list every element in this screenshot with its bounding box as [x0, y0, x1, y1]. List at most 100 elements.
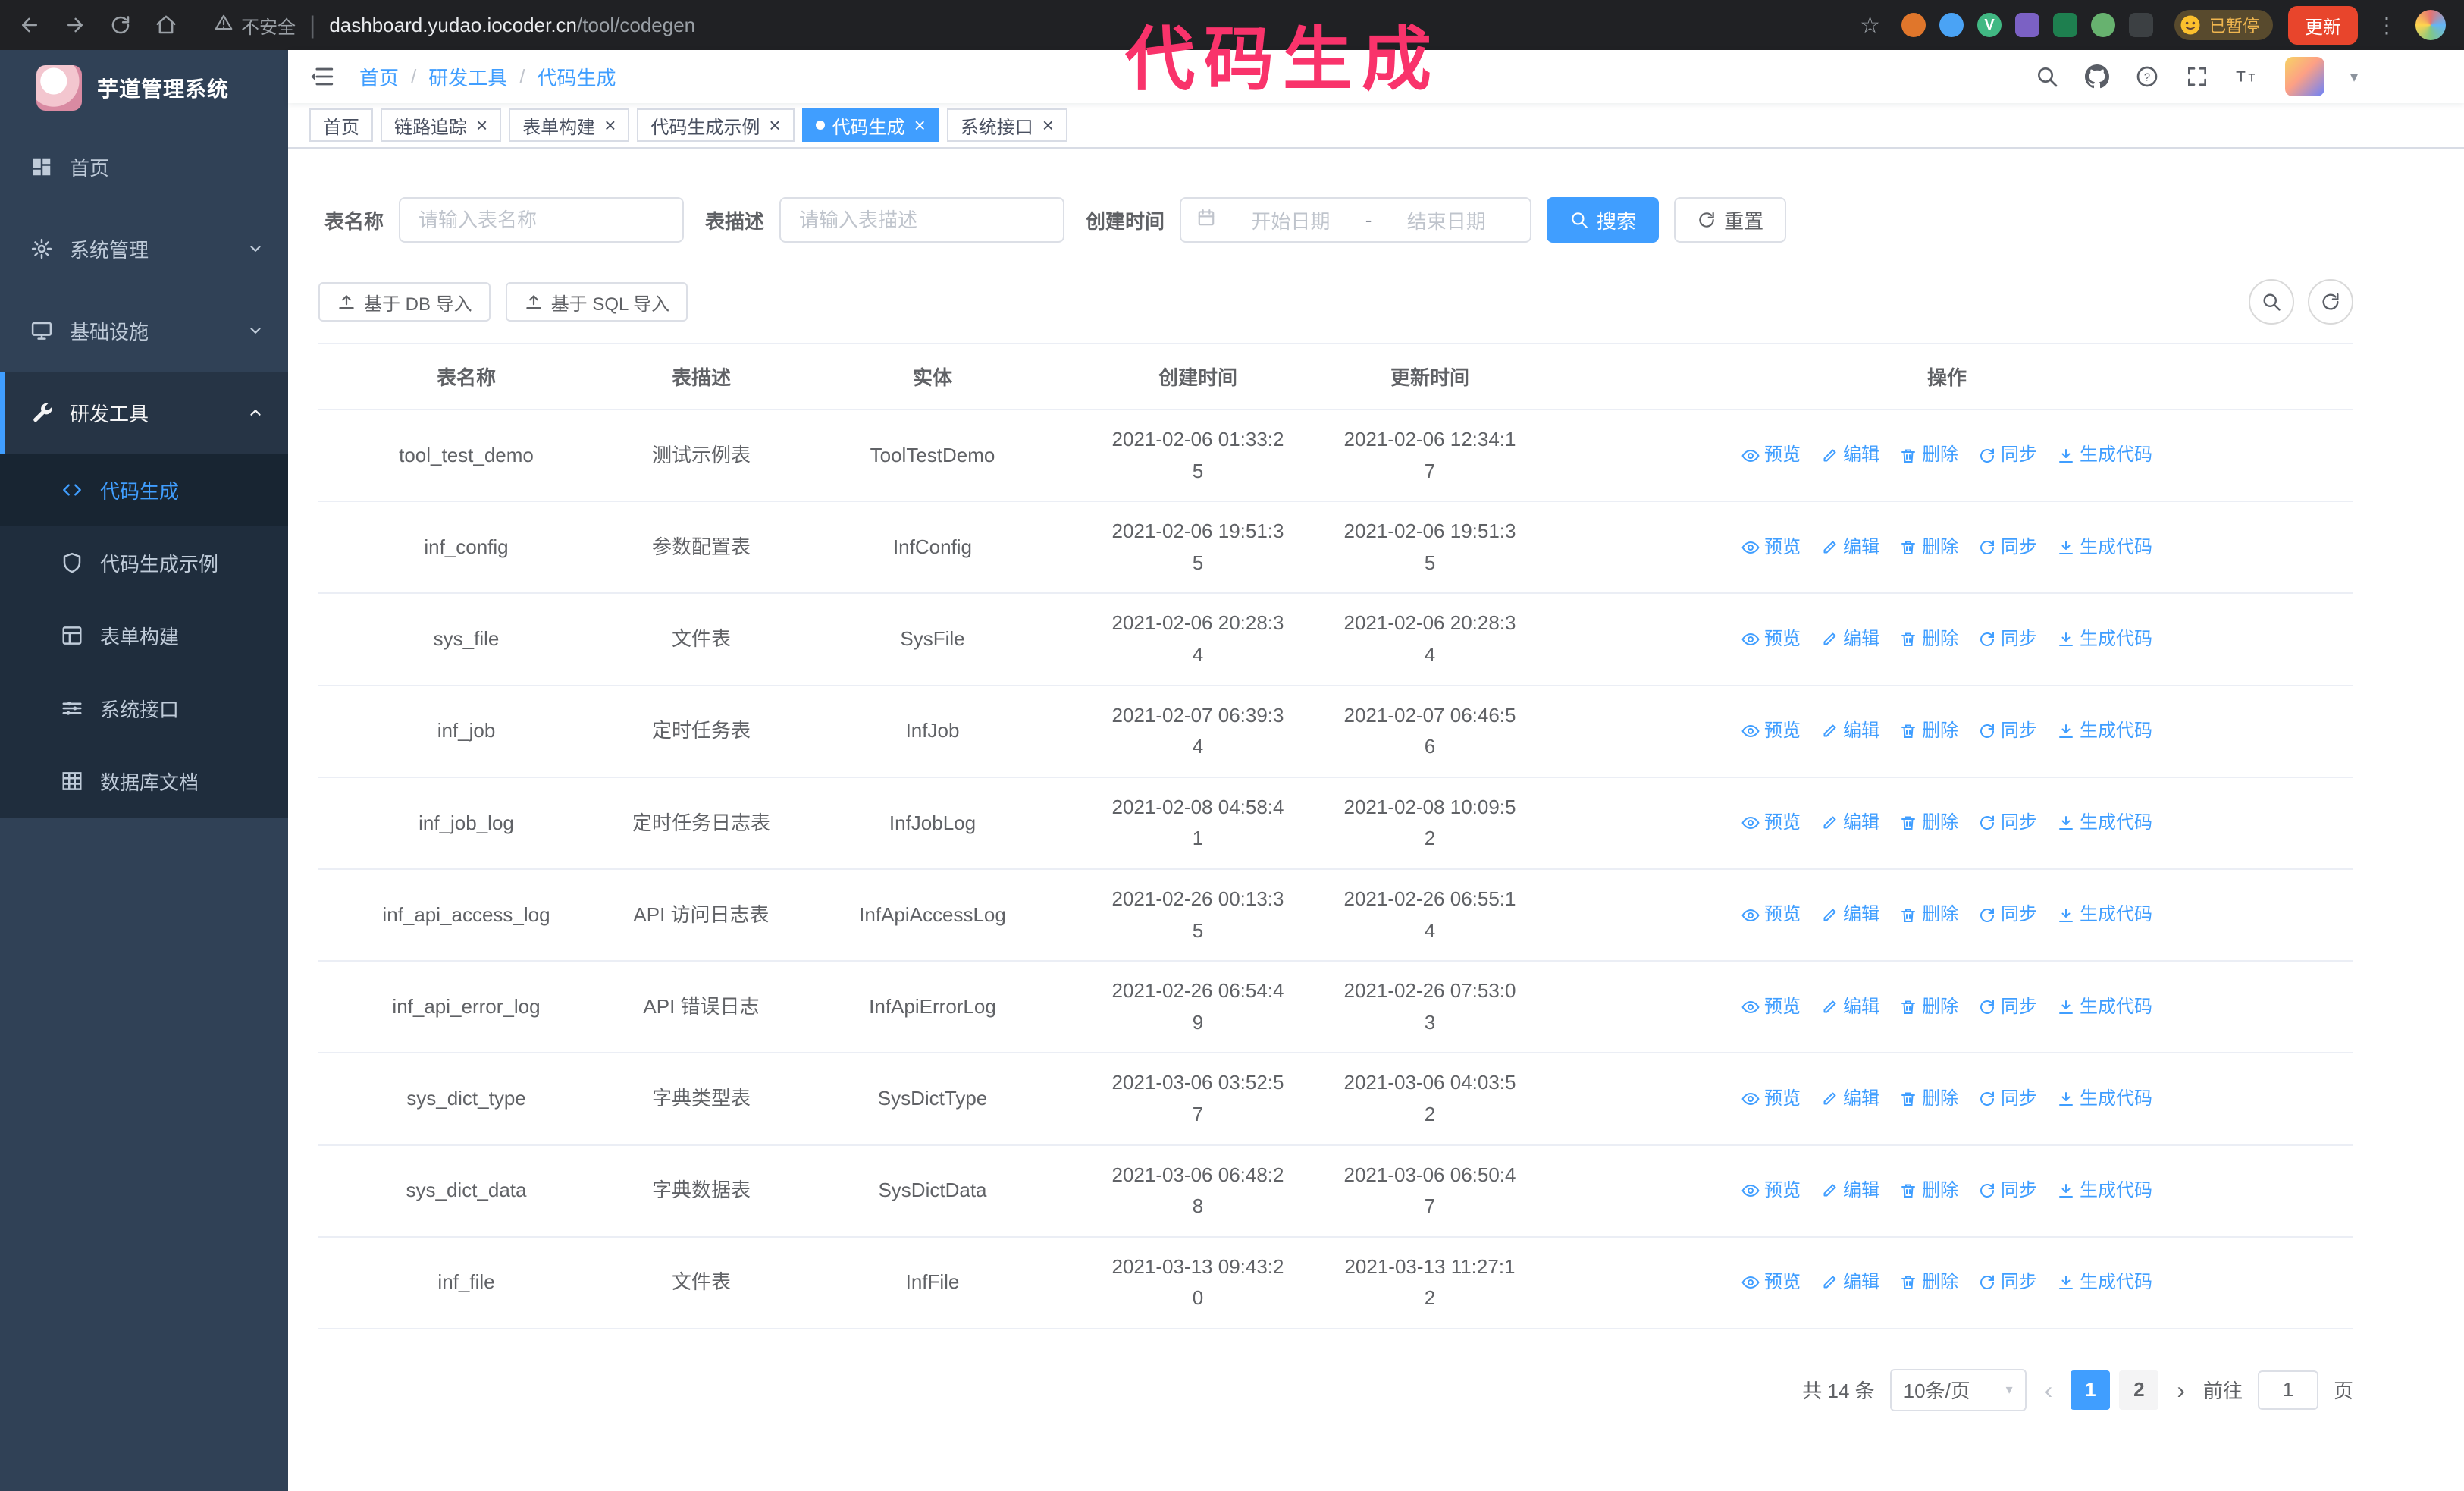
- next-page-icon[interactable]: ›: [2174, 1378, 2188, 1402]
- page-1-button[interactable]: 1: [2071, 1370, 2111, 1410]
- preview-link[interactable]: 预览: [1741, 993, 1801, 1022]
- paused-badge[interactable]: 已暂停: [2174, 10, 2273, 40]
- generate-code-link[interactable]: 生成代码: [2057, 1176, 2152, 1205]
- sidebar-subitem-codegen-demo[interactable]: 代码生成示例: [0, 526, 288, 599]
- page-size-select[interactable]: 10条/页 ▾: [1889, 1368, 2027, 1411]
- delete-link[interactable]: 删除: [1899, 993, 1958, 1022]
- edit-link[interactable]: 编辑: [1820, 625, 1879, 654]
- home-icon[interactable]: [155, 14, 177, 36]
- sync-link[interactable]: 同步: [1978, 441, 2037, 469]
- caret-down-icon[interactable]: ▾: [2350, 67, 2358, 86]
- edit-link[interactable]: 编辑: [1820, 900, 1879, 929]
- delete-link[interactable]: 删除: [1899, 625, 1958, 654]
- search-button[interactable]: 搜索: [1547, 197, 1660, 243]
- extension-vue-devtools-icon[interactable]: V: [1977, 13, 2002, 37]
- delete-link[interactable]: 删除: [1899, 717, 1958, 746]
- tab-codegen[interactable]: 代码生成 ×: [801, 108, 939, 142]
- fullscreen-icon[interactable]: [2185, 64, 2209, 89]
- browser-update-button[interactable]: 更新: [2288, 5, 2358, 45]
- search-icon[interactable]: [2035, 64, 2059, 89]
- goto-page-input[interactable]: [2257, 1370, 2318, 1410]
- generate-code-link[interactable]: 生成代码: [2057, 625, 2152, 654]
- browser-profile-avatar[interactable]: [2415, 10, 2446, 40]
- generate-code-link[interactable]: 生成代码: [2057, 533, 2152, 562]
- tab-form-builder[interactable]: 表单构建 ×: [509, 108, 630, 142]
- tab-api[interactable]: 系统接口 ×: [946, 108, 1067, 142]
- font-size-icon[interactable]: TT: [2235, 64, 2259, 89]
- page-2-button[interactable]: 2: [2119, 1370, 2159, 1410]
- back-icon[interactable]: [18, 14, 41, 36]
- edit-link[interactable]: 编辑: [1820, 1085, 1879, 1113]
- breadcrumb-devtools[interactable]: 研发工具: [428, 63, 507, 91]
- help-icon[interactable]: ?: [2135, 64, 2159, 89]
- preview-link[interactable]: 预览: [1741, 808, 1801, 837]
- sidebar-item-devtools[interactable]: 研发工具: [0, 372, 288, 454]
- github-icon[interactable]: [2084, 64, 2109, 89]
- delete-link[interactable]: 删除: [1899, 1176, 1958, 1205]
- close-icon[interactable]: ×: [1042, 115, 1054, 135]
- sidebar-item-home[interactable]: 首页: [0, 126, 288, 208]
- app-logo[interactable]: 芋道管理系统: [0, 50, 288, 126]
- address-bar[interactable]: 不安全 | dashboard.yudao.iocoder.cn/tool/co…: [193, 11, 1845, 39]
- close-icon[interactable]: ×: [604, 115, 616, 135]
- close-icon[interactable]: ×: [914, 115, 926, 135]
- sidebar-item-system[interactable]: 系统管理: [0, 208, 288, 290]
- edit-link[interactable]: 编辑: [1820, 1176, 1879, 1205]
- delete-link[interactable]: 删除: [1899, 808, 1958, 837]
- generate-code-link[interactable]: 生成代码: [2057, 1268, 2152, 1297]
- import-sql-button[interactable]: 基于 SQL 导入: [505, 282, 688, 322]
- import-db-button[interactable]: 基于 DB 导入: [318, 282, 491, 322]
- preview-link[interactable]: 预览: [1741, 900, 1801, 929]
- table-desc-input[interactable]: [779, 197, 1065, 243]
- tab-codegen-demo[interactable]: 代码生成示例 ×: [637, 108, 795, 142]
- sync-link[interactable]: 同步: [1978, 1268, 2037, 1297]
- preview-link[interactable]: 预览: [1741, 441, 1801, 469]
- prev-page-icon[interactable]: ‹: [2042, 1378, 2056, 1402]
- sync-link[interactable]: 同步: [1978, 993, 2037, 1022]
- forward-icon[interactable]: [64, 14, 86, 36]
- edit-link[interactable]: 编辑: [1820, 993, 1879, 1022]
- tab-tracing[interactable]: 链路追踪 ×: [381, 108, 502, 142]
- sidebar-subitem-codegen[interactable]: 代码生成: [0, 454, 288, 526]
- sidebar-subitem-db-doc[interactable]: 数据库文档: [0, 745, 288, 818]
- security-warning[interactable]: 不安全: [214, 12, 296, 39]
- close-icon[interactable]: ×: [769, 115, 780, 135]
- hamburger-icon[interactable]: [309, 64, 335, 89]
- edit-link[interactable]: 编辑: [1820, 808, 1879, 837]
- generate-code-link[interactable]: 生成代码: [2057, 1085, 2152, 1113]
- delete-link[interactable]: 删除: [1899, 900, 1958, 929]
- bookmark-star-icon[interactable]: ☆: [1860, 12, 1880, 39]
- delete-link[interactable]: 删除: [1899, 533, 1958, 562]
- preview-link[interactable]: 预览: [1741, 1268, 1801, 1297]
- sidebar-subitem-api[interactable]: 系统接口: [0, 672, 288, 745]
- preview-link[interactable]: 预览: [1741, 1085, 1801, 1113]
- reset-button[interactable]: 重置: [1674, 197, 1787, 243]
- generate-code-link[interactable]: 生成代码: [2057, 900, 2152, 929]
- tab-home[interactable]: 首页: [309, 108, 373, 142]
- preview-link[interactable]: 预览: [1741, 533, 1801, 562]
- generate-code-link[interactable]: 生成代码: [2057, 717, 2152, 746]
- sync-link[interactable]: 同步: [1978, 1176, 2037, 1205]
- extension-blue-drop-icon[interactable]: [1939, 13, 1964, 37]
- delete-link[interactable]: 删除: [1899, 441, 1958, 469]
- user-avatar[interactable]: [2284, 57, 2324, 96]
- sync-link[interactable]: 同步: [1978, 808, 2037, 837]
- breadcrumb-home[interactable]: 首页: [359, 63, 399, 91]
- extension-puzzle-icon[interactable]: [2128, 13, 2153, 37]
- browser-menu-icon[interactable]: ⋮: [2373, 13, 2400, 38]
- sidebar-item-infra[interactable]: 基础设施: [0, 290, 288, 372]
- sync-link[interactable]: 同步: [1978, 717, 2037, 746]
- sidebar-subitem-form-builder[interactable]: 表单构建: [0, 599, 288, 672]
- generate-code-link[interactable]: 生成代码: [2057, 808, 2152, 837]
- sync-link[interactable]: 同步: [1978, 533, 2037, 562]
- preview-link[interactable]: 预览: [1741, 717, 1801, 746]
- url-text[interactable]: dashboard.yudao.iocoder.cn/tool/codegen: [329, 14, 695, 37]
- generate-code-link[interactable]: 生成代码: [2057, 993, 2152, 1022]
- toggle-search-button[interactable]: [2249, 279, 2294, 325]
- extension-colorful-icon[interactable]: [2014, 13, 2039, 37]
- sync-link[interactable]: 同步: [1978, 900, 2037, 929]
- delete-link[interactable]: 删除: [1899, 1268, 1958, 1297]
- table-name-input[interactable]: [399, 197, 685, 243]
- create-time-range-picker[interactable]: 开始日期 - 结束日期: [1180, 197, 1532, 243]
- edit-link[interactable]: 编辑: [1820, 533, 1879, 562]
